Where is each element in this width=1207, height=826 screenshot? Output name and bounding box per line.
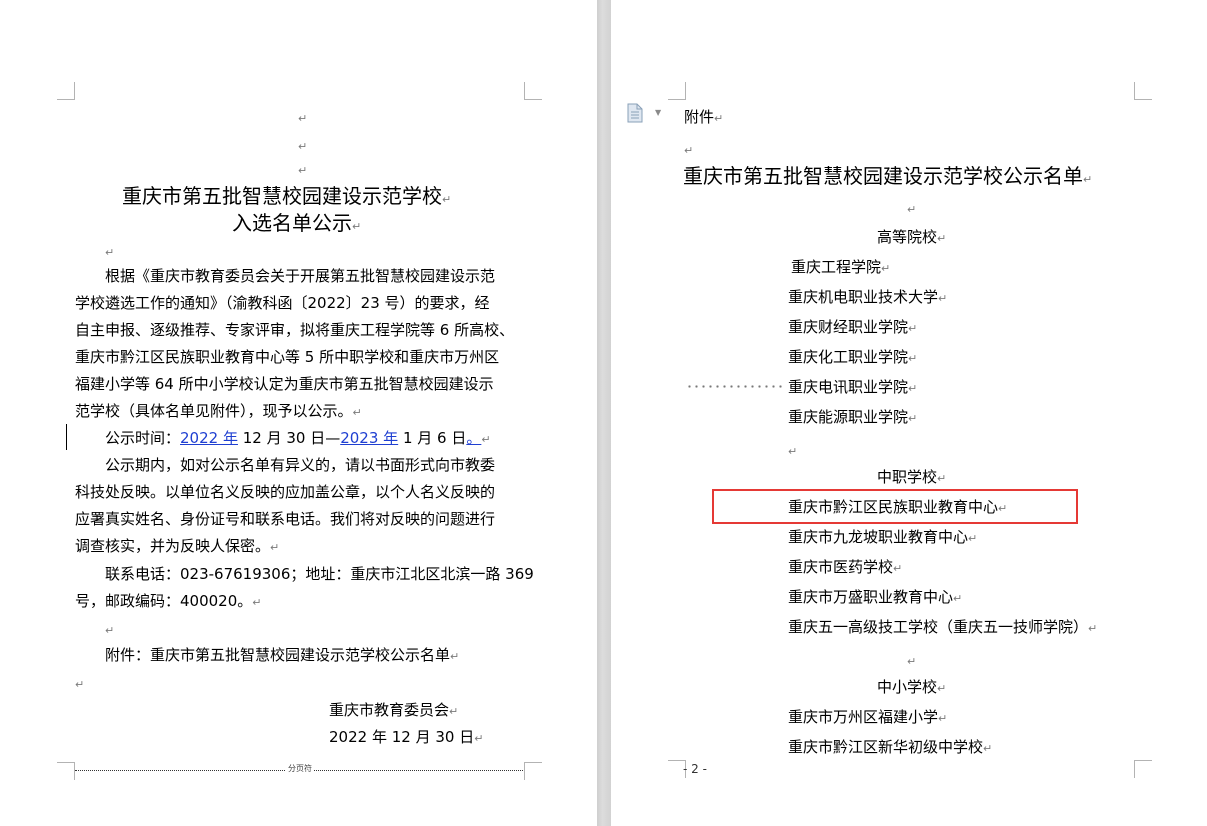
paragraph-mark: ↵ — [298, 112, 308, 125]
paragraph-mark: ↵ — [298, 164, 308, 177]
page-title-line2: 入选名单公示↵ — [232, 211, 362, 235]
list-item: 重庆市万州区福建小学↵ — [788, 708, 948, 726]
year-link-2023[interactable]: 2023 年 — [340, 429, 398, 447]
paragraph-mark: ↵ — [75, 678, 85, 691]
attachment-line: 附件：重庆市第五批智慧校园建设示范学校公示名单↵ — [105, 646, 460, 664]
body-line: 重庆市黔江区民族职业教育中心等 5 所中职学校和重庆市万州区 — [75, 348, 500, 366]
list-item: 重庆市黔江区新华初级中学校↵ — [788, 738, 993, 756]
body-line: 公示期内，如对公示名单有异义的，请以书面形式向市教委 — [105, 456, 496, 474]
list-item: 重庆能源职业学院↵ — [788, 408, 918, 426]
crop-mark — [1134, 760, 1152, 778]
paragraph-mark: ↵ — [788, 445, 798, 458]
contact-line: 号，邮政编码：400020。↵ — [75, 592, 262, 610]
body-line: 学校遴选工作的通知》（渝教科函〔2022〕23 号）的要求，经 — [75, 294, 490, 312]
page-break-label: 分页符 — [286, 764, 314, 773]
publicity-time-line: 公示时间：2022 年 12 月 30 日—2023 年 1 月 6 日。↵ — [105, 429, 491, 447]
list-item: 重庆机电职业技术大学↵ — [788, 288, 948, 306]
list-item-highlighted: 重庆市黔江区民族职业教育中心↵ — [788, 498, 1008, 516]
crop-mark — [668, 82, 686, 100]
list-item: 重庆市医药学校↵ — [788, 558, 903, 576]
contact-line: 联系电话：023-67619306；地址：重庆市江北区北滨一路 369 — [105, 565, 534, 583]
page-gutter — [597, 0, 611, 826]
attachment-label: 附件↵ — [684, 108, 724, 126]
paragraph-mark: ↵ — [684, 144, 694, 157]
crop-mark — [57, 82, 75, 100]
body-line: 应署真实姓名、身份证号和联系电话。我们将对反映的问题进行 — [75, 510, 496, 528]
list-title: 重庆市第五批智慧校园建设示范学校公示名单↵ — [683, 164, 1093, 188]
list-item: 重庆五一高级技工学校（重庆五一技师学院）↵ — [788, 618, 1098, 636]
body-line: 福建小学等 64 所中小学校认定为重庆市第五批智慧校园建设示 — [75, 375, 494, 393]
body-line: 自主申报、逐级推荐、专家评审，拟将重庆工程学院等 6 所高校、 — [75, 321, 515, 339]
section-heading-k12: 中小学校↵ — [877, 678, 947, 696]
paragraph-mark: ↵ — [907, 655, 917, 668]
crop-mark — [524, 762, 542, 780]
section-heading-vocational: 中职学校↵ — [877, 468, 947, 486]
chevron-down-icon[interactable]: ▼ — [655, 108, 661, 117]
list-item: 重庆财经职业学院↵ — [788, 318, 918, 336]
list-item: 重庆工程学院↵ — [791, 258, 891, 276]
signer: 重庆市教育委员会↵ — [329, 701, 459, 719]
paragraph-mark: ↵ — [105, 246, 115, 259]
year-link-2022[interactable]: 2022 年 — [180, 429, 238, 447]
list-item: 重庆市九龙坡职业教育中心↵ — [788, 528, 978, 546]
list-item: 重庆化工职业学院↵ — [788, 348, 918, 366]
sign-date: 2022 年 12 月 30 日↵ — [329, 728, 484, 746]
body-line: 科技处反映。以单位名义反映的应加盖公章，以个人名义反映的 — [75, 483, 496, 501]
section-heading-higher: 高等院校↵ — [877, 228, 947, 246]
list-item: 重庆市万盛职业教育中心↵ — [788, 588, 963, 606]
tab-leader-dots — [686, 385, 786, 388]
paragraph-mark: ↵ — [105, 624, 115, 637]
text-cursor — [66, 424, 67, 450]
list-item: 重庆电讯职业学院↵ — [788, 378, 918, 396]
paragraph-mark: ↵ — [298, 140, 308, 153]
paragraph-mark: ↵ — [907, 203, 917, 216]
document-options-icon[interactable] — [627, 103, 643, 123]
body-line: 调查核实，并为反映人保密。↵ — [75, 537, 280, 555]
crop-mark — [1134, 82, 1152, 100]
body-line: 根据《重庆市教育委员会关于开展第五批智慧校园建设示范 — [105, 267, 496, 285]
crop-mark — [524, 82, 542, 100]
crop-mark — [57, 762, 75, 780]
page-title-line1: 重庆市第五批智慧校园建设示范学校↵ — [122, 184, 452, 208]
document-page-1[interactable]: ↵ ↵ ↵ 重庆市第五批智慧校园建设示范学校↵ 入选名单公示↵ ↵ 根据《重庆市… — [0, 0, 597, 826]
body-line: 范学校（具体名单见附件），现予以公示。↵ — [75, 402, 362, 420]
page-number: - 2 - — [683, 762, 707, 776]
